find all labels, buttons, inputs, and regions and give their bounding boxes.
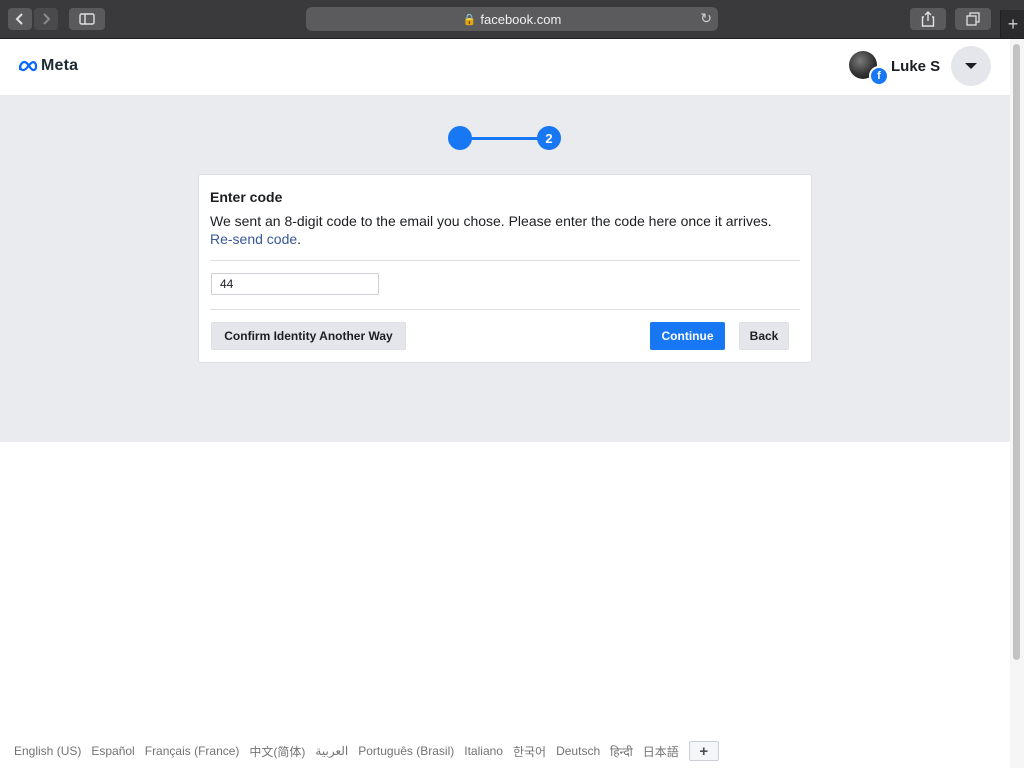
new-tab-button[interactable]: + [1000, 10, 1024, 38]
share-button[interactable] [910, 8, 946, 30]
stepper-step-1 [448, 126, 472, 150]
language-link[interactable]: हिन्दी [610, 743, 633, 760]
forward-button[interactable] [34, 8, 58, 30]
user-name[interactable]: Luke S [891, 58, 940, 75]
message-text: We sent an 8-digit code to the email you… [210, 213, 772, 229]
language-link[interactable]: 日本語 [643, 743, 679, 760]
language-link[interactable]: Español [91, 744, 134, 758]
facebook-icon: f [869, 66, 889, 86]
language-link[interactable]: 中文(简体) [249, 743, 305, 760]
brand-name: Meta [41, 57, 79, 74]
site-header: Meta f Luke S [0, 39, 1010, 96]
card-title: Enter code [210, 189, 283, 205]
divider [210, 309, 800, 310]
account-menu-button[interactable] [951, 46, 991, 86]
meta-infinity-icon [18, 60, 38, 72]
language-link[interactable]: Deutsch [556, 744, 600, 758]
plus-icon: + [1007, 13, 1019, 34]
chevron-right-icon [43, 13, 51, 25]
reload-icon[interactable]: ↻ [700, 10, 712, 27]
language-link[interactable]: Italiano [464, 744, 503, 758]
resend-suffix: . [297, 231, 302, 247]
stepper-step-2: 2 [537, 126, 561, 150]
share-icon [921, 11, 935, 27]
language-link[interactable]: Português (Brasil) [358, 744, 454, 758]
tabs-icon [966, 12, 980, 26]
language-link[interactable]: العربية [315, 744, 348, 758]
meta-logo[interactable]: Meta [18, 57, 78, 75]
enter-code-card: Enter code We sent an 8-digit code to th… [198, 174, 812, 363]
resend-code-link[interactable]: Re-send code [210, 231, 297, 247]
lock-icon: 🔒 [462, 13, 477, 26]
sidebar-icon [79, 13, 95, 25]
code-input[interactable] [211, 273, 379, 295]
language-footer: English (US) Español Français (France) 中… [14, 741, 719, 761]
language-link[interactable]: English (US) [14, 744, 81, 758]
back-button[interactable] [8, 8, 32, 30]
language-link[interactable]: 한국어 [513, 743, 546, 760]
caret-down-icon [965, 63, 977, 69]
continue-button[interactable]: Continue [650, 322, 725, 350]
scrollbar-thumb[interactable] [1013, 44, 1020, 660]
tabs-button[interactable] [955, 8, 991, 30]
confirm-identity-another-way-button[interactable]: Confirm Identity Another Way [211, 322, 406, 350]
card-message: We sent an 8-digit code to the email you… [210, 212, 800, 248]
language-link[interactable]: Français (France) [145, 744, 240, 758]
browser-toolbar: 🔒 facebook.com ↻ [0, 0, 1024, 39]
address-bar[interactable]: 🔒 facebook.com ↻ [306, 7, 718, 31]
divider [210, 260, 800, 261]
more-languages-button[interactable]: + [688, 741, 719, 761]
stepper-line [470, 137, 540, 140]
back-button[interactable]: Back [739, 322, 789, 350]
url-text: facebook.com [480, 11, 562, 27]
sidebar-button[interactable] [69, 8, 105, 30]
chevron-left-icon [15, 13, 23, 25]
